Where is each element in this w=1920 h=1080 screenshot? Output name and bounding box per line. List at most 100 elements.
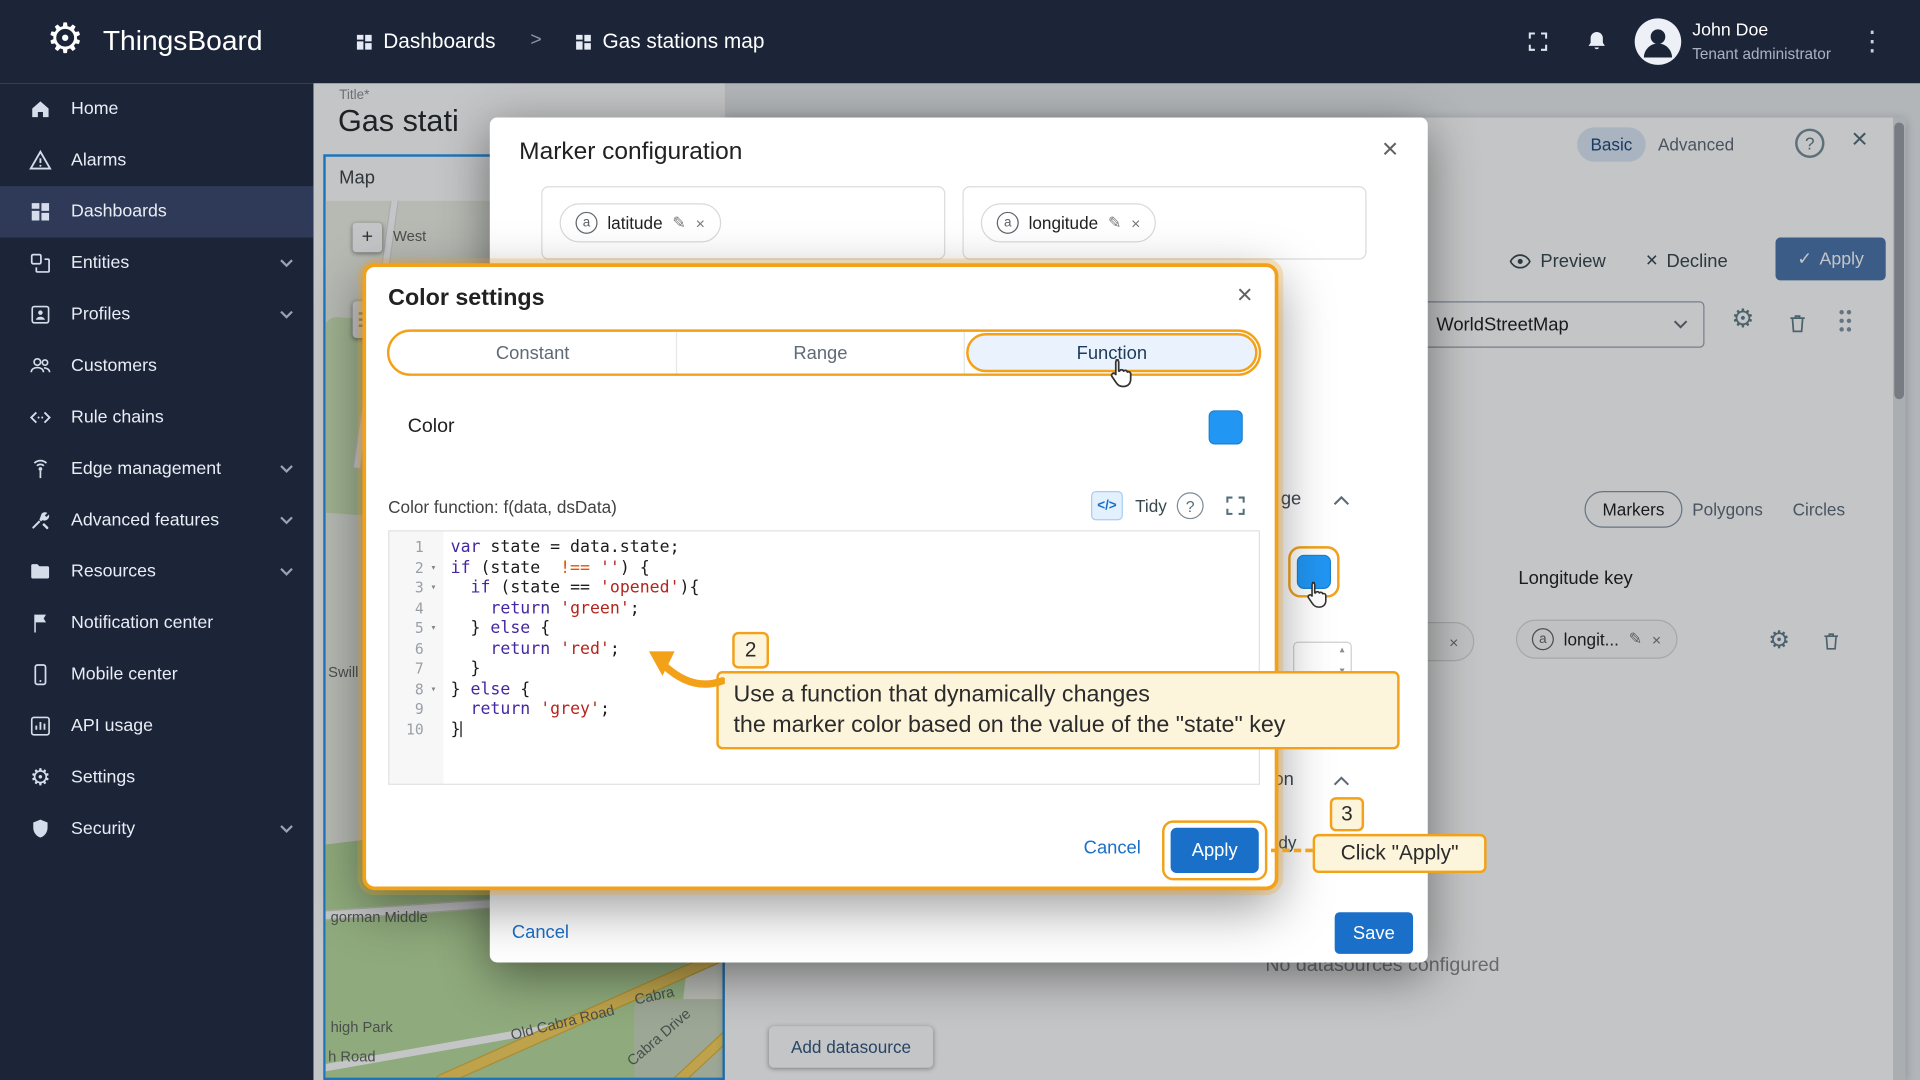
color-swatch[interactable]	[1209, 410, 1243, 444]
sidebar-item-advanced-features[interactable]: Advanced features	[0, 495, 313, 546]
app-logo-icon: ⚙	[47, 15, 84, 64]
tutorial-step2-line2: the marker color based on the value of t…	[733, 710, 1382, 741]
code-text: var state = data.state;	[443, 538, 679, 558]
sidebar-item-security[interactable]: Security	[0, 803, 313, 854]
edit-icon[interactable]: ✎	[672, 213, 685, 233]
save-button[interactable]: Save	[1335, 912, 1413, 954]
close-icon[interactable]: ×	[696, 214, 705, 232]
key-type-badge: a	[997, 212, 1019, 234]
smartphone-icon	[27, 661, 54, 688]
line-number: 10	[389, 719, 423, 739]
sidebar-item-label: Customers	[71, 356, 157, 376]
help-icon[interactable]: ?	[1177, 492, 1204, 519]
sidebar-item-resources[interactable]: Resources	[0, 546, 313, 597]
fullscreen-icon[interactable]	[1223, 493, 1247, 517]
sidebar-item-dashboards[interactable]: Dashboards	[0, 186, 313, 237]
cancel-button[interactable]: Cancel	[512, 922, 569, 943]
notifications-bell-icon[interactable]	[1584, 28, 1608, 55]
sidebar-item-label: Alarms	[71, 151, 126, 171]
dialog-title: Marker configuration	[519, 138, 742, 166]
edit-icon[interactable]: ✎	[1108, 213, 1121, 233]
code-line[interactable]: 2▾if (state !== '') {	[389, 558, 1258, 578]
sidebar-item-customers[interactable]: Customers	[0, 340, 313, 391]
thingsboard-app: Title* Gas stati Map West Swill gorman M…	[0, 0, 1920, 1080]
code-toggle-button[interactable]: </>	[1091, 491, 1123, 520]
code-line[interactable]: 3▾ if (state == 'opened'){	[389, 578, 1258, 598]
text-caret	[461, 721, 462, 737]
tab-range[interactable]: Range	[676, 332, 965, 374]
apply-button[interactable]: Apply	[1171, 828, 1259, 873]
tutorial-step2-line1: Use a function that dynamically changes	[733, 680, 1382, 711]
warning-icon	[27, 147, 54, 174]
sidebar-item-rule-chains[interactable]: Rule chains	[0, 392, 313, 443]
chevron-up-icon[interactable]	[1332, 775, 1350, 787]
avatar[interactable]	[1633, 17, 1682, 66]
code-text: return 'red';	[443, 639, 620, 659]
line-number: 1	[389, 538, 423, 558]
sidebar-item-settings[interactable]: ⚙ Settings	[0, 752, 313, 803]
chevron-down-icon	[279, 310, 294, 320]
sidebar-item-entities[interactable]: Entities	[0, 238, 313, 289]
line-number: 3	[389, 578, 423, 598]
sidebar-item-label: Settings	[71, 768, 135, 788]
app-name: ThingsBoard	[103, 24, 263, 57]
code-line[interactable]: 5▾ } else {	[389, 618, 1258, 638]
code-text: }	[443, 659, 480, 679]
tutorial-step2-text: Use a function that dynamically changes …	[716, 671, 1399, 749]
tutorial-step2-number: 2	[732, 632, 769, 669]
home-icon	[27, 96, 54, 123]
chevron-down-icon	[279, 567, 294, 577]
sidebar-item-label: Security	[71, 819, 135, 839]
sidebar-item-edge-management[interactable]: Edge management	[0, 443, 313, 494]
breadcrumb-separator: >	[530, 29, 541, 51]
stepper-up-icon[interactable]: ▴	[1340, 644, 1345, 655]
line-number: 2	[389, 558, 423, 578]
chevron-down-icon	[279, 824, 294, 834]
sidebar-item-notification-center[interactable]: Notification center	[0, 598, 313, 649]
dialog-title: Color settings	[388, 285, 544, 312]
user-role: Tenant administrator	[1692, 45, 1831, 62]
close-icon[interactable]: ×	[1382, 132, 1398, 165]
line-number: 9	[389, 699, 423, 719]
fold-icon	[424, 538, 444, 558]
fold-icon[interactable]: ▾	[424, 618, 444, 638]
function-signature-label: Color function: f(data, dsData)	[388, 497, 617, 517]
breadcrumb-section[interactable]: Dashboards	[383, 29, 495, 53]
code-line[interactable]: 1 var state = data.state;	[389, 538, 1258, 558]
tab-constant[interactable]: Constant	[389, 332, 676, 374]
code-line[interactable]: 4 return 'green';	[389, 598, 1258, 618]
profiles-icon	[27, 301, 54, 328]
dashboards-icon	[354, 32, 375, 53]
fold-icon[interactable]: ▾	[424, 578, 444, 598]
sidebar-item-home[interactable]: Home	[0, 83, 313, 134]
sidebar-item-label: Home	[71, 99, 118, 119]
line-number: 5	[389, 618, 423, 638]
sidebar-item-label: Edge management	[71, 459, 221, 479]
sidebar-item-profiles[interactable]: Profiles	[0, 289, 313, 340]
sidebar-item-label: Mobile center	[71, 665, 178, 685]
key-type-badge: a	[576, 212, 598, 234]
fold-icon[interactable]: ▾	[424, 679, 444, 699]
tidy-button[interactable]: Tidy	[1135, 496, 1167, 516]
close-icon[interactable]: ×	[1237, 279, 1253, 311]
cancel-button[interactable]: Cancel	[1084, 838, 1141, 859]
code-text: } else {	[443, 679, 530, 699]
latitude-key-chip[interactable]: a latitude ✎ ×	[560, 203, 721, 242]
color-settings-dialog: Color settings × Constant Range Function…	[362, 263, 1278, 890]
fullscreen-icon[interactable]	[1526, 29, 1550, 53]
code-line[interactable]: 6 return 'red';	[389, 639, 1258, 659]
sidebar-item-mobile-center[interactable]: Mobile center	[0, 649, 313, 700]
chevron-up-icon[interactable]	[1332, 495, 1350, 507]
close-icon[interactable]: ×	[1131, 214, 1140, 232]
chart-icon	[27, 713, 54, 740]
sidebar-item-alarms[interactable]: Alarms	[0, 135, 313, 186]
sidebar-item-api-usage[interactable]: API usage	[0, 700, 313, 751]
tutorial-step3-connector	[1271, 849, 1313, 853]
longitude-key-chip[interactable]: a longitude ✎ ×	[981, 203, 1157, 242]
cursor-pointer-icon	[1303, 580, 1330, 609]
latitude-key-field: a latitude ✎ ×	[541, 186, 945, 259]
chevron-down-icon	[279, 258, 294, 268]
section-label-fragment: ge	[1281, 489, 1301, 510]
kebab-menu-icon[interactable]: ⋮	[1859, 26, 1886, 58]
fold-icon[interactable]: ▾	[424, 558, 444, 578]
